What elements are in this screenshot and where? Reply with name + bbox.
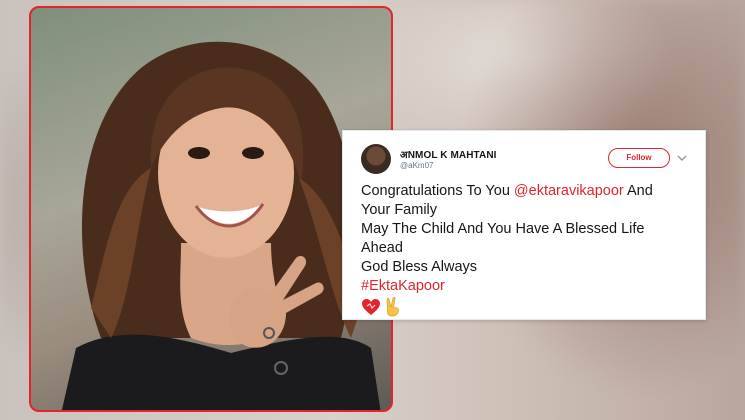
follow-button[interactable]: Follow [608,148,670,168]
tweet-line: Congratulations To You @ektaravikapoor A… [361,182,701,201]
avatar[interactable] [361,144,391,174]
user-handle[interactable]: @aKm07 [400,161,433,170]
portrait-illustration [61,41,381,410]
tweet-text: Congratulations To You @ektaravikapoor A… [361,182,701,317]
mention-link[interactable]: @ektaravikapoor [514,183,624,199]
tweet-line: May The Child And You Have A Blessed Lif… [361,221,645,237]
portrait-photo [29,6,393,412]
emoji-row [361,297,701,317]
hashtag-link[interactable]: #EktaKapoor [361,277,701,296]
tweet-line: Your Family [361,202,438,218]
heart-icon [362,299,380,315]
tweet-line: Ahead [361,240,403,256]
tweet-text-segment: And [623,183,653,199]
victory-hand-icon [386,297,399,317]
tweet-card: अNMOL K MAHTANI @aKm07 Follow Congratula… [342,130,706,320]
tweet-text-segment: Congratulations To You [361,183,514,199]
tweet-line: God Bless Always [361,259,478,275]
chevron-down-icon[interactable] [677,153,687,163]
user-display-name[interactable]: अNMOL K MAHTANI [400,147,497,161]
